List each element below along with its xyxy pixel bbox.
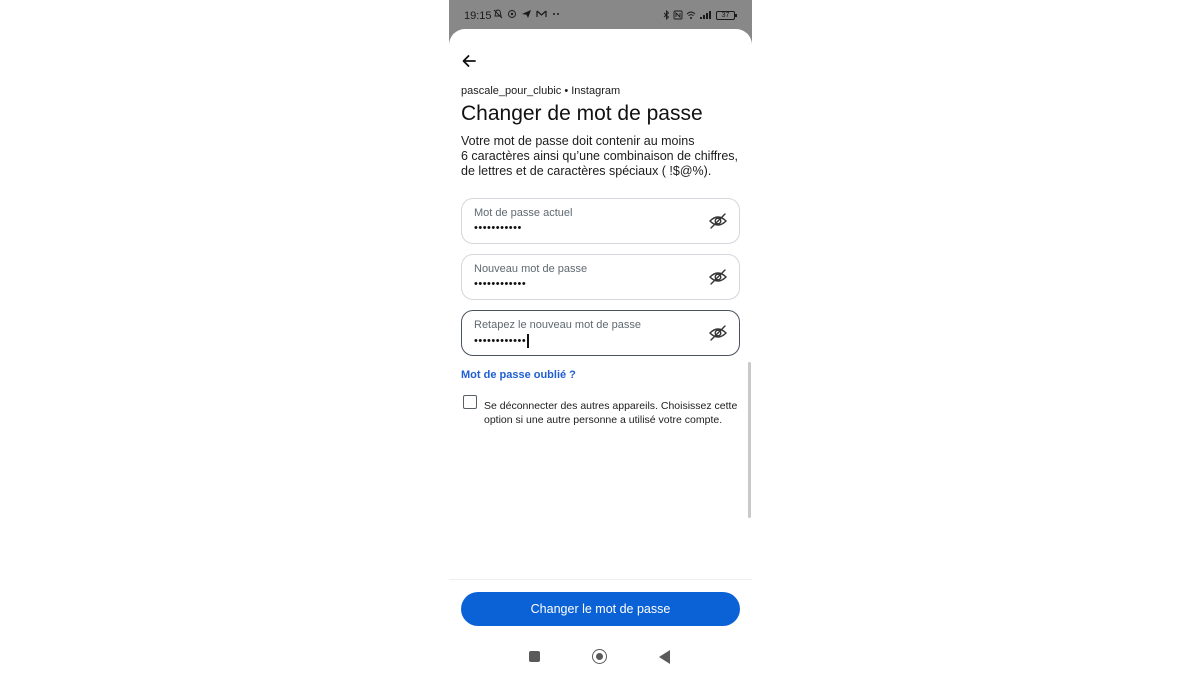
requirements-line: Votre mot de passe doit contenir au moin… — [461, 134, 695, 148]
forgot-password-link[interactable]: Mot de passe oublié ? — [461, 369, 576, 381]
eye-hidden-icon[interactable] — [708, 268, 728, 286]
recents-icon[interactable] — [529, 651, 540, 662]
page-title: Changer de mot de passe — [461, 102, 703, 125]
confirm-password-text: •••••••••••• — [474, 334, 527, 347]
requirements-line: 6 caractères ainsi qu’une combinaison de… — [461, 149, 739, 163]
back-icon[interactable] — [659, 650, 670, 664]
password-requirements: Votre mot de passe doit contenir au moin… — [461, 134, 746, 179]
logout-label-line: Se déconnecter des autres appareils. Cho… — [484, 400, 738, 412]
bluetooth-icon — [663, 10, 670, 20]
navigation-icon — [522, 10, 531, 18]
signal-icon — [700, 11, 711, 19]
requirements-line: de lettres et de caractères spéciaux ( !… — [461, 164, 712, 178]
current-password-value[interactable]: ••••••••••• — [474, 222, 522, 234]
logout-other-devices-checkbox[interactable] — [463, 395, 477, 409]
new-password-field[interactable]: Nouveau mot de passe •••••••••••• — [461, 254, 740, 300]
confirm-password-label: Retapez le nouveau mot de passe — [474, 319, 641, 331]
logout-label-line: option si une autre personne a utilisé v… — [484, 414, 723, 426]
status-right-icons: 37 — [663, 10, 737, 20]
confirm-password-value[interactable]: •••••••••••• — [474, 334, 529, 348]
battery-icon: 37 — [716, 10, 737, 20]
wifi-icon — [686, 11, 696, 19]
current-password-label: Mot de passe actuel — [474, 207, 573, 219]
phone-screen: 19:15 37 pascale_pour_clubic • Instagram… — [449, 0, 752, 675]
change-password-button[interactable]: Changer le mot de passe — [461, 592, 740, 626]
logout-other-devices-label: Se déconnecter des autres appareils. Cho… — [484, 399, 746, 427]
eye-hidden-icon[interactable] — [708, 212, 728, 230]
gmail-icon — [536, 10, 547, 17]
scrollbar[interactable] — [748, 362, 751, 518]
home-icon[interactable] — [592, 649, 607, 664]
change-password-sheet: pascale_pour_clubic • Instagram Changer … — [449, 29, 752, 589]
account-label: pascale_pour_clubic • Instagram — [461, 85, 621, 97]
text-caret — [527, 334, 529, 348]
status-left-icons — [493, 9, 561, 19]
new-password-value[interactable]: •••••••••••• — [474, 278, 526, 290]
system-nav-bar — [449, 640, 752, 675]
status-time: 19:15 — [464, 10, 492, 22]
nfc-icon — [673, 10, 683, 20]
alert-icon — [508, 10, 516, 18]
more-dots-icon — [553, 13, 559, 15]
confirm-password-field[interactable]: Retapez le nouveau mot de passe ••••••••… — [461, 310, 740, 356]
new-password-label: Nouveau mot de passe — [474, 263, 588, 275]
muted-bell-icon — [493, 9, 503, 19]
footer-divider — [449, 579, 752, 580]
current-password-field[interactable]: Mot de passe actuel ••••••••••• — [461, 198, 740, 244]
eye-hidden-icon[interactable] — [708, 324, 728, 342]
back-arrow-icon[interactable] — [461, 53, 477, 69]
